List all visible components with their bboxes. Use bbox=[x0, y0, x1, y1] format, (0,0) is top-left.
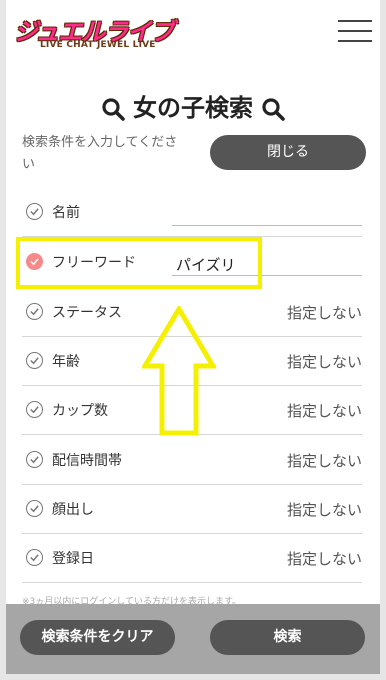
filter-value-time[interactable]: 指定しない bbox=[287, 450, 362, 471]
header: ジュエルライブ LIVE CHAT JEWEL LIVE bbox=[6, 0, 380, 62]
filter-value-cup[interactable]: 指定しない bbox=[287, 400, 362, 421]
page-title: 女の子検索 bbox=[6, 88, 380, 123]
search-hint: 検索条件を入力してください bbox=[22, 135, 178, 172]
filter-row-name: 名前 bbox=[22, 188, 362, 237]
phone-screen: ジュエルライブ LIVE CHAT JEWEL LIVE 女の子検索 検索条件を… bbox=[6, 0, 380, 674]
filter-row-face[interactable]: 顔出し 指定しない bbox=[22, 485, 362, 534]
check-icon bbox=[26, 352, 43, 369]
filter-value-status[interactable]: 指定しない bbox=[287, 302, 362, 323]
filter-label-time: 配信時間帯 bbox=[52, 453, 122, 469]
clear-conditions-button[interactable]: 検索条件をクリア bbox=[20, 620, 175, 655]
filter-label-cup: カップ数 bbox=[52, 403, 108, 419]
check-icon bbox=[26, 203, 43, 220]
filter-label-age: 年齢 bbox=[52, 354, 80, 370]
logo-subtext: LIVE CHAT JEWEL LIVE bbox=[40, 40, 156, 50]
filter-row-registered[interactable]: 登録日 指定しない bbox=[22, 534, 362, 583]
filter-row-time[interactable]: 配信時間帯 指定しない bbox=[22, 436, 362, 485]
logo[interactable]: ジュエルライブ LIVE CHAT JEWEL LIVE bbox=[14, 12, 174, 56]
highlight-box bbox=[16, 237, 262, 289]
filter-value-face[interactable]: 指定しない bbox=[287, 499, 362, 520]
filter-label-face: 顔出し bbox=[52, 502, 94, 518]
search-icon bbox=[262, 98, 286, 121]
check-icon bbox=[26, 500, 43, 517]
check-icon bbox=[26, 401, 43, 418]
search-button[interactable]: 検索 bbox=[210, 620, 365, 655]
filter-label-name: 名前 bbox=[52, 205, 80, 221]
search-icon bbox=[102, 98, 125, 121]
footer-bar: 検索条件をクリア 検索 bbox=[6, 604, 380, 674]
page-title-text: 女の子検索 bbox=[133, 94, 253, 122]
filter-label-registered: 登録日 bbox=[52, 551, 94, 567]
filter-value-age[interactable]: 指定しない bbox=[287, 351, 362, 372]
check-icon bbox=[26, 549, 43, 566]
close-button[interactable]: 閉じる bbox=[210, 135, 366, 170]
check-icon bbox=[26, 303, 43, 320]
filter-label-status: ステータス bbox=[52, 305, 122, 321]
hamburger-menu-icon[interactable] bbox=[338, 20, 372, 42]
name-input[interactable] bbox=[172, 204, 362, 226]
check-icon bbox=[26, 451, 43, 468]
up-arrow-icon bbox=[142, 306, 216, 436]
filter-value-registered[interactable]: 指定しない bbox=[287, 548, 362, 569]
